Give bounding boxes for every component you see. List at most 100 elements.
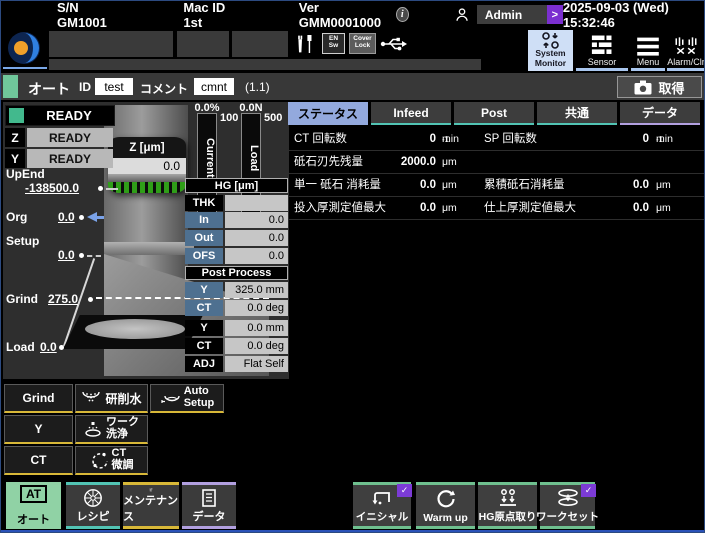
hg-out-label: Out — [185, 230, 223, 246]
system-monitor-icon — [541, 32, 561, 49]
grinding-wheel — [108, 182, 186, 193]
info-icon[interactable]: i — [396, 7, 409, 22]
window-bottom-edge — [1, 530, 704, 532]
y-jog-button[interactable]: Y — [4, 415, 73, 444]
hg-origin-icon — [497, 488, 519, 508]
post-y-unit: mm — [266, 284, 284, 296]
adj-value: Flat Self — [244, 358, 284, 370]
chevron-right-icon — [547, 5, 563, 24]
menu-icon — [636, 35, 660, 57]
capture-button[interactable]: 取得 — [617, 76, 702, 98]
mode-label: オート — [28, 79, 70, 99]
hg-thk-label: THK — [185, 195, 223, 211]
ct-jog-button[interactable]: CT — [4, 446, 73, 475]
hg-origin-button[interactable]: HG原点取り — [478, 482, 537, 529]
sensor-icon — [589, 33, 615, 57]
grind-button[interactable]: Grind — [4, 384, 73, 413]
ct-fine-button[interactable]: CT微調 — [75, 446, 148, 475]
nav-recipe-button[interactable]: レシピ — [66, 482, 120, 529]
menu-button[interactable]: Menu — [631, 30, 665, 71]
id-label: ID — [79, 80, 91, 94]
recipe-wheel-icon — [82, 488, 104, 508]
alarm-icon — [673, 35, 699, 57]
header-button-2[interactable] — [177, 31, 229, 57]
tab-infeed[interactable]: Infeed — [371, 102, 451, 125]
y-axis-label: Y — [5, 149, 25, 168]
hg-out-field: 0.0 — [225, 230, 288, 246]
tab-status[interactable]: ステータス — [288, 102, 368, 125]
upend-dot — [98, 186, 103, 191]
spindle-axis-label: Z [μm] — [108, 137, 186, 158]
header-button-1[interactable] — [49, 31, 173, 57]
ct-pos-unit: deg — [266, 340, 284, 352]
coolant-button[interactable]: 研削水 — [75, 384, 148, 413]
hg-origin-label: HG原点取り — [479, 509, 537, 524]
initial-button[interactable]: イニシャル — [353, 482, 411, 529]
hg-in-field: 0.0 — [225, 212, 288, 228]
grind-value: 275.0 — [48, 292, 78, 306]
header-button-3[interactable] — [232, 31, 288, 57]
hg-ofs-field: 0.0 — [225, 248, 288, 264]
sensor-button[interactable]: Sensor — [576, 30, 628, 71]
org-value: 0.0 — [58, 210, 75, 224]
work-set-label: ワークセット — [536, 509, 599, 524]
work-wash-icon — [84, 421, 102, 438]
nav-maintenance-label: メンテナンス — [123, 492, 179, 524]
recipe-number: (1.1) — [245, 80, 270, 94]
tab-post[interactable]: Post — [454, 102, 534, 125]
cover-lock-icon[interactable]: Cover Lock — [349, 33, 376, 54]
warmup-button[interactable]: Warm up — [416, 482, 475, 529]
system-monitor-button[interactable]: System Monitor — [528, 30, 573, 71]
hg-in-label: In — [185, 212, 223, 228]
nav-data-label: データ — [193, 508, 226, 524]
z-axis-label: Z — [5, 128, 25, 147]
mode-indicator — [3, 75, 18, 98]
tab-common[interactable]: 共通 — [537, 102, 617, 125]
ct-fine-icon — [90, 451, 108, 469]
nav-auto-button[interactable]: AT オート — [6, 482, 61, 529]
en-sw-top: EN — [325, 35, 342, 42]
usb-icon[interactable] — [380, 34, 408, 53]
user-select[interactable]: Admin — [477, 5, 563, 24]
nav-data-button[interactable]: データ — [182, 482, 236, 529]
tab-data[interactable]: データ — [620, 102, 700, 125]
serial-number: S/N GM1001 — [57, 0, 119, 30]
nav-maintenance-button[interactable]: メンテナンス — [123, 482, 179, 529]
table-row: 砥石刃先残量2000.0 μm — [289, 151, 704, 174]
main-status-text: READY — [24, 108, 114, 123]
work-wash-button[interactable]: ワーク洗浄 — [75, 415, 148, 444]
adj-field: Flat Self — [225, 356, 288, 372]
system-monitor-label-bottom: Monitor — [535, 59, 566, 69]
work-set-button[interactable]: ワークセット — [540, 482, 595, 529]
menu-label: Menu — [637, 57, 660, 67]
tools-icon[interactable] — [293, 32, 317, 56]
post-y-value: 325.0 — [235, 284, 263, 296]
table-row: 投入厚測定値最大0.0 μm 仕上厚測定値最大0.0 μm — [289, 197, 704, 220]
post-ct-value: 0.0 — [247, 302, 262, 314]
id-value-field[interactable]: test — [95, 78, 133, 95]
at-icon: AT — [20, 485, 47, 503]
comment-value-field[interactable]: cmnt — [194, 78, 234, 95]
y-pos-field: 0.0mm — [225, 320, 288, 336]
warmup-label: Warm up — [423, 512, 468, 524]
y-axis-status: READY — [27, 149, 113, 168]
upend-dashes — [106, 188, 118, 190]
message-bar — [49, 59, 481, 70]
post-y-label: Y — [185, 282, 223, 298]
alarm-clear-button[interactable]: Alarm/Clr — [667, 30, 705, 71]
ct-pos-field: 0.0deg — [225, 338, 288, 354]
en-sw-icon[interactable]: EN Sw — [322, 33, 345, 54]
hg-thk-field — [225, 195, 288, 211]
brand-logo — [7, 31, 41, 65]
alarm-label: Alarm/Clr — [667, 57, 705, 67]
sensor-label: Sensor — [588, 57, 617, 67]
load-gauge-scale: 500 — [264, 112, 282, 124]
auto-setup-button[interactable]: AutoSetup — [150, 384, 224, 413]
hg-ofs-label: OFS — [185, 248, 223, 264]
nav-auto-label: オート — [17, 511, 50, 527]
machine-hmi-screen: S/N GM1001 Mac ID 1st Ver GMM0001000 i A… — [0, 0, 705, 533]
comment-label: コメント — [140, 80, 188, 97]
camera-icon — [634, 80, 652, 95]
ct-fine-label: CT微調 — [112, 448, 134, 471]
grind-dot — [88, 297, 93, 302]
